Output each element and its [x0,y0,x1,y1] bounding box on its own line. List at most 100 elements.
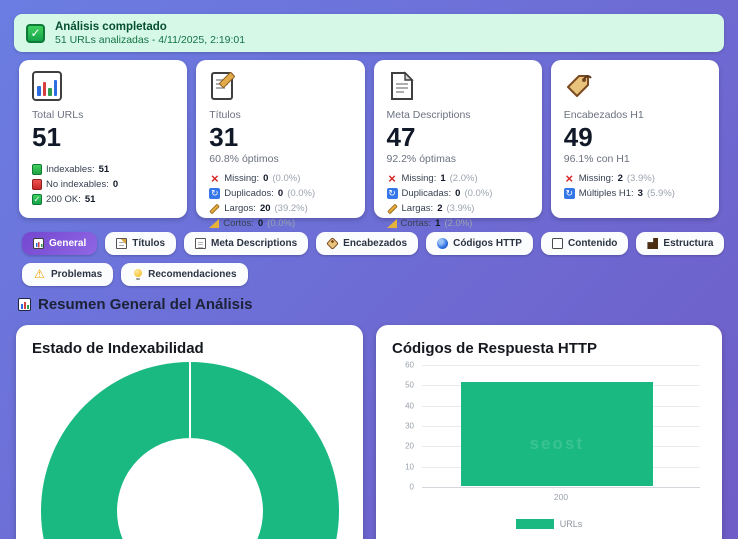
stat-extra: (2.0%) [449,173,478,184]
stat-largos: Largos: 20 (39.2%) [209,201,351,216]
stat-label: Largos: [224,203,256,214]
stat-extra: (2.0%) [444,218,473,229]
stat-extra: (3.9%) [626,173,655,184]
card-value: 31 [209,122,239,152]
y-axis-labels: 60 50 40 30 20 10 0 [392,361,414,492]
y-tick: 10 [405,462,414,472]
triangle-ruler-icon [386,219,397,228]
banner-subtitle: 51 URLs analizadas - 4/11/2025, 2:19:01 [55,33,246,46]
page-icon [551,238,563,249]
y-tick: 0 [409,482,414,492]
stat-value: 0 [257,218,264,229]
indexability-chart-card: Estado de Indexabilidad [16,325,363,539]
y-tick: 60 [405,360,414,370]
stat-duplicadas: ↻ Duplicadas: 0 (0.0%) [386,186,529,201]
tag-icon [326,237,340,250]
summary-cards-row: Total URLs 51 Indexables: 51 No indexabl… [19,60,719,229]
stat-indexables: Indexables: 51 [32,162,174,177]
legend-label: URLs [559,519,583,529]
stat-missing: × Missing: 0 (0.0%) [209,171,351,186]
tab-problemas[interactable]: ⚠ Problemas [22,263,114,286]
chart-legend: URLs [392,519,706,529]
stat-value: 51 [84,194,96,205]
stat-extra: (5.9%) [646,188,675,199]
analysis-complete-banner: ✓ Análisis completado 51 URLs analizadas… [14,14,724,52]
stat-extra: (3.9%) [446,203,475,214]
y-tick: 40 [405,401,414,411]
stat-label: Largas: [401,203,434,214]
tab-general[interactable]: General [22,232,98,255]
x-axis-label: 200 [553,492,569,502]
stat-200-ok: ✓ 200 OK: 51 [32,192,174,207]
stat-value: 2 [437,203,443,214]
tab-label: Encabezados [343,238,408,249]
card-label: Total URLs [32,109,84,121]
chart-title: Estado de Indexabilidad [32,340,204,357]
stat-multiples-h1: ↻ Múltiples H1: 3 (5.9%) [563,186,706,201]
red-x-icon: × [565,171,574,186]
card-titulos: Títulos 31 60.8% óptimos × Missing: 0 (0… [196,60,365,229]
stat-value: 3 [637,188,643,199]
document-icon [195,238,207,249]
plot-area: seost [422,365,700,488]
tab-bar: General Títulos Meta Descriptions Encabe… [22,232,728,286]
y-tick: 50 [405,380,414,390]
tab-label: Recomendaciones [148,269,237,280]
bar-chart-icon [33,238,44,249]
ruler-icon [209,203,221,214]
stat-label: Cortos: [223,218,254,229]
card-total-urls: Total URLs 51 Indexables: 51 No indexabl… [19,60,188,218]
tab-codigos-http[interactable]: Códigos HTTP [426,232,533,255]
banner-text: Análisis completado 51 URLs analizadas -… [55,20,245,47]
stat-label: Múltiples H1: [578,188,634,199]
card-percent: 60.8% óptimos [209,153,279,165]
card-label: Encabezados H1 [563,109,644,121]
stat-label: No indexables: [46,179,109,190]
tab-contenido[interactable]: Contenido [540,232,629,255]
stat-label: Missing: [578,173,614,184]
card-label: Meta Descriptions [386,109,471,121]
stat-value: 1 [435,218,441,229]
duplicate-icon: ↻ [563,188,575,199]
card-percent: 96.1% con H1 [563,153,630,165]
stat-cortas: Cortas: 1 (2.0%) [386,216,529,231]
green-square-icon [32,164,42,175]
tag-icon [566,75,592,97]
stat-label: Cortas: [400,218,432,229]
tab-titulos[interactable]: Títulos [105,232,177,255]
document-icon [390,71,414,100]
red-square-icon [32,179,42,190]
tab-estructura[interactable]: Estructura [636,232,725,255]
bulb-icon [132,269,143,280]
tab-recomendaciones[interactable]: Recomendaciones [121,263,248,286]
stat-value: 0 [112,179,119,190]
stat-extra: (0.0%) [464,188,493,199]
stat-extra: (39.2%) [274,203,308,214]
y-tick: 30 [405,421,414,431]
tab-encabezados[interactable]: Encabezados [316,232,419,255]
stat-label: 200 OK: [46,194,81,205]
stat-largas: Largas: 2 (3.9%) [386,201,529,216]
tab-label: Meta Descriptions [211,238,298,249]
card-stats: × Missing: 2 (3.9%) ↻ Múltiples H1: 3 (5… [563,171,706,201]
memo-icon [211,72,236,100]
indexability-donut-chart [40,362,339,539]
red-x-icon: × [210,171,219,186]
chart-title: Códigos de Respuesta HTTP [392,340,598,357]
triangle-ruler-icon [209,219,220,228]
tab-label: Contenido [567,238,618,249]
red-x-icon: × [388,171,396,186]
duplicate-icon: ↻ [209,188,221,199]
building-icon [647,238,659,249]
section-title: Resumen General del Análisis [38,296,253,313]
stat-value: 20 [259,203,271,214]
tab-meta-descriptions[interactable]: Meta Descriptions [184,232,309,255]
gridline [422,365,700,366]
card-percent: 92.2% óptimas [386,153,456,165]
globe-icon [437,238,449,249]
section-header: Resumen General del Análisis [18,296,720,313]
http-200-bar: seost [460,382,653,486]
tab-label: Códigos HTTP [453,238,522,249]
card-stats: Indexables: 51 No indexables: 0 ✓ 200 OK… [32,162,174,207]
stat-duplicados: ↻ Duplicados: 0 (0.0%) [209,186,351,201]
